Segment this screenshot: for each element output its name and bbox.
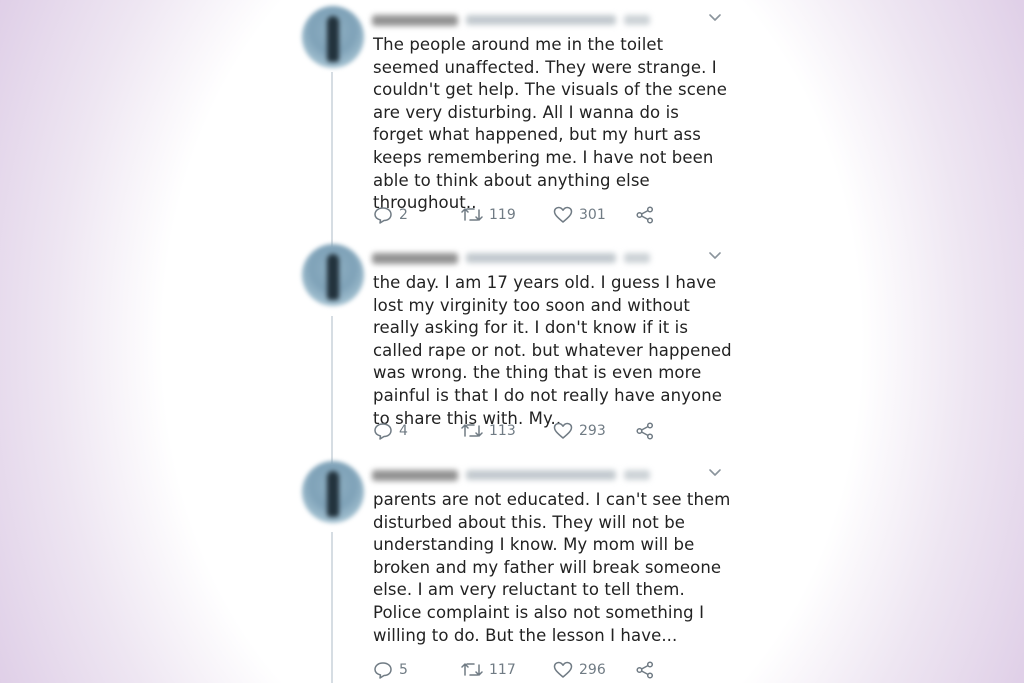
heart-icon xyxy=(553,206,573,223)
like-count: 296 xyxy=(579,662,606,678)
like-button[interactable]: 301 xyxy=(553,206,635,224)
reply-count: 2 xyxy=(399,207,408,223)
display-name-blurred xyxy=(372,14,458,26)
retweet-count: 117 xyxy=(489,662,516,678)
retweet-icon xyxy=(461,208,483,221)
handle-blurred xyxy=(466,470,616,480)
display-name-blurred xyxy=(372,469,458,481)
heart-icon xyxy=(553,422,573,439)
reply-icon xyxy=(374,207,392,224)
retweet-button[interactable]: 119 xyxy=(461,206,553,224)
tweet-actions: 2 119 301 xyxy=(373,204,673,226)
timestamp-blurred xyxy=(624,470,650,480)
reply-button[interactable]: 5 xyxy=(373,660,461,680)
heart-icon xyxy=(553,661,573,678)
display-name-blurred xyxy=(372,252,458,264)
thread-connector xyxy=(331,532,333,683)
retweet-icon xyxy=(461,424,483,437)
tweet-header-blurred xyxy=(372,252,652,264)
thread-connector xyxy=(331,316,333,464)
tweet-header-blurred xyxy=(372,14,652,26)
retweet-button[interactable]: 113 xyxy=(461,422,553,440)
timestamp-blurred xyxy=(624,253,650,263)
reply-button[interactable]: 2 xyxy=(373,205,461,225)
chevron-down-icon[interactable] xyxy=(708,248,722,262)
thread-connector xyxy=(331,72,333,247)
tweet-text: the day. I am 17 years old. I guess I ha… xyxy=(373,273,732,428)
avatar[interactable] xyxy=(302,461,364,523)
share-button[interactable] xyxy=(635,661,655,679)
handle-blurred xyxy=(466,15,616,25)
like-button[interactable]: 293 xyxy=(553,422,635,440)
avatar[interactable] xyxy=(302,6,364,68)
avatar-silhouette xyxy=(327,16,339,62)
retweet-button[interactable]: 117 xyxy=(461,661,553,679)
like-count: 293 xyxy=(579,423,606,439)
share-button[interactable] xyxy=(635,206,655,224)
tweet-actions: 4 113 293 xyxy=(373,420,673,442)
like-button[interactable]: 296 xyxy=(553,661,635,679)
handle-blurred xyxy=(466,253,616,263)
reply-icon xyxy=(374,662,392,679)
share-icon xyxy=(636,661,654,679)
chevron-down-icon[interactable] xyxy=(708,465,722,479)
tweet-text: The people around me in the toilet seeme… xyxy=(373,35,727,213)
share-button[interactable] xyxy=(635,422,655,440)
avatar-silhouette xyxy=(327,471,339,517)
retweet-count: 119 xyxy=(489,207,516,223)
reply-button[interactable]: 4 xyxy=(373,421,461,441)
timestamp-blurred xyxy=(624,15,650,25)
reply-icon xyxy=(374,423,392,440)
tweet-header-blurred xyxy=(372,469,652,481)
reply-count: 5 xyxy=(399,662,408,678)
share-icon xyxy=(636,422,654,440)
retweet-count: 113 xyxy=(489,423,516,439)
retweet-icon xyxy=(461,663,483,676)
avatar[interactable] xyxy=(302,244,364,306)
chevron-down-icon[interactable] xyxy=(708,10,722,24)
avatar-silhouette xyxy=(327,254,339,300)
like-count: 301 xyxy=(579,207,606,223)
share-icon xyxy=(636,206,654,224)
reply-count: 4 xyxy=(399,423,408,439)
tweet-text: parents are not educated. I can't see th… xyxy=(373,490,731,645)
tweet-actions: 5 117 296 xyxy=(373,659,673,681)
